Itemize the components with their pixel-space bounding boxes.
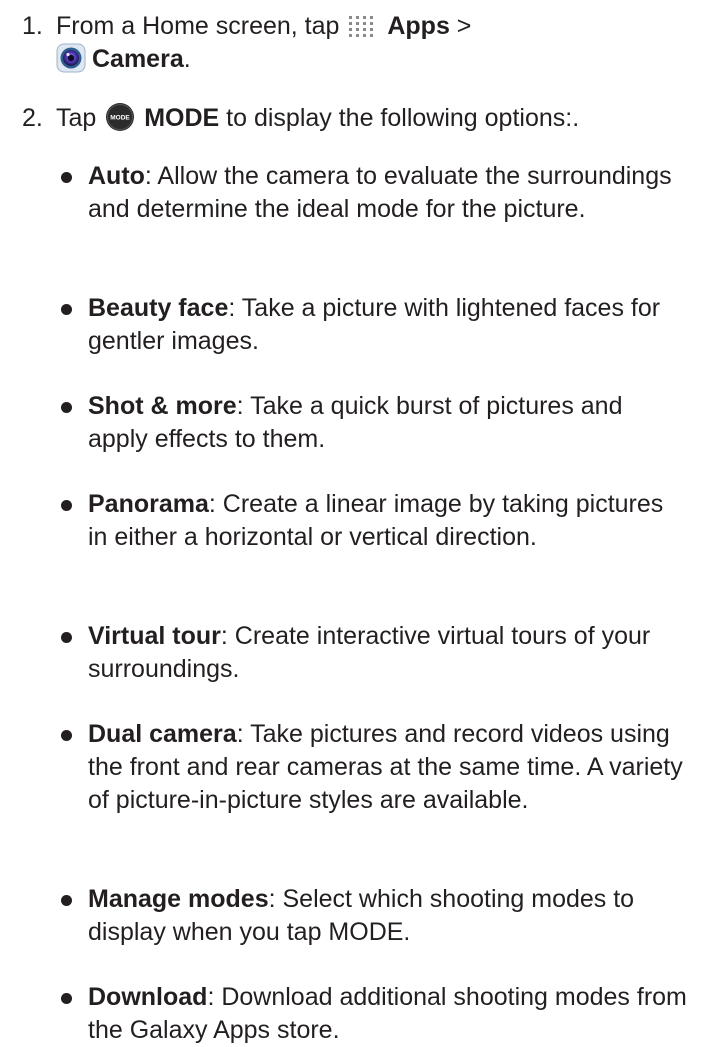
instructions-page: 1. From a Home screen, tap Apps > Camera…	[0, 0, 702, 1044]
step-text: Tap MODE MODE to display the following o…	[56, 102, 692, 135]
bullet-dot	[61, 304, 72, 315]
option-term: Panorama	[88, 490, 209, 518]
option-term: Shot & more	[88, 392, 237, 420]
apps-grid-icon	[349, 16, 374, 37]
step-number: 1.	[22, 12, 43, 40]
step-separator: >	[449, 12, 472, 40]
bullet-dot	[61, 402, 72, 413]
step-2: 2. Tap MODE MODE to display the followin…	[22, 102, 692, 135]
step-text-pre: From a Home screen, tap	[56, 12, 347, 40]
bullet-dot	[61, 895, 72, 906]
list-item-text: Shot & more: Take a quick burst of pictu…	[88, 390, 688, 456]
list-item-text: Virtual tour: Create interactive virtual…	[88, 620, 688, 686]
option-term: Beauty face	[88, 294, 229, 322]
option-desc: : Allow the camera to evaluate the surro…	[88, 162, 672, 223]
list-item-text: Auto: Allow the camera to evaluate the s…	[88, 160, 688, 226]
step-text-post: to display the following options:.	[219, 104, 580, 132]
list-item-shot-more: Shot & more: Take a quick burst of pictu…	[0, 390, 702, 456]
apps-label: Apps	[387, 12, 450, 40]
list-item-auto: Auto: Allow the camera to evaluate the s…	[0, 160, 702, 226]
mode-button-icon: MODE	[106, 103, 135, 131]
option-term: Dual camera	[88, 720, 237, 748]
list-item-text: Dual camera: Take pictures and record vi…	[88, 718, 688, 817]
list-item-download: Download: Download additional shooting m…	[0, 981, 702, 1047]
bullet-dot	[61, 730, 72, 741]
bullet-dot	[61, 500, 72, 511]
list-item-text: Panorama: Create a linear image by takin…	[88, 488, 688, 554]
mode-label: MODE	[144, 104, 220, 132]
list-item-panorama: Panorama: Create a linear image by takin…	[0, 488, 702, 554]
list-item-text: Beauty face: Take a picture with lighten…	[88, 292, 688, 358]
step-text-pre: Tap	[56, 104, 104, 132]
camera-lens-icon	[56, 43, 86, 73]
bullet-dot	[61, 172, 72, 183]
list-item-beauty-face: Beauty face: Take a picture with lighten…	[0, 292, 702, 358]
option-term: Auto	[88, 162, 145, 190]
list-item-manage-modes: Manage modes: Select which shooting mode…	[0, 883, 702, 949]
bullet-dot	[61, 632, 72, 643]
option-term: Download	[88, 983, 208, 1011]
option-term: Manage modes	[88, 885, 269, 913]
step-text: From a Home screen, tap Apps > Camera.	[56, 10, 692, 76]
option-term: Virtual tour	[88, 622, 221, 650]
list-item-text: Manage modes: Select which shooting mode…	[88, 883, 688, 949]
step-end: .	[183, 45, 191, 73]
camera-label: Camera	[92, 45, 184, 73]
step-number: 2.	[22, 104, 43, 132]
bullet-dot	[61, 993, 72, 1004]
list-item-virtual-tour: Virtual tour: Create interactive virtual…	[0, 620, 702, 686]
list-item-dual-camera: Dual camera: Take pictures and record vi…	[0, 718, 702, 817]
step-1: 1. From a Home screen, tap Apps > Camera…	[22, 10, 692, 76]
mode-icon-text: MODE	[111, 115, 131, 122]
list-item-text: Download: Download additional shooting m…	[88, 981, 688, 1047]
